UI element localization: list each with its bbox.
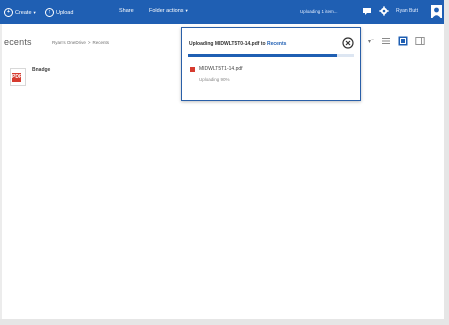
folder-actions-label: Folder actions: [149, 8, 184, 14]
breadcrumb-current: Recents: [92, 40, 110, 45]
upload-heading: Uploading MIDWLT5T0-14.pdf to Recents: [189, 41, 286, 47]
share-label: Share: [119, 8, 134, 14]
upload-item-name: MIDWLT5T1-14.pdf: [199, 66, 243, 72]
create-label: Create: [15, 9, 32, 16]
close-circle-icon[interactable]: [342, 37, 354, 49]
command-bar: + Create ▾ ↑ Upload Share Folder actions…: [0, 0, 444, 24]
view-controls: ▾⁻: [368, 36, 425, 46]
upload-status-text[interactable]: Uploading 1 item...: [300, 9, 338, 14]
flag-icon[interactable]: [362, 6, 372, 16]
gear-icon[interactable]: [379, 6, 389, 16]
pdf-file-icon: PDF: [10, 68, 26, 86]
right-edge: [444, 0, 449, 325]
breadcrumb: Ryan's OneDrive > Recents: [52, 40, 109, 45]
page-title: ecents: [4, 37, 32, 47]
pdf-file-icon: [190, 67, 195, 72]
breadcrumb-root[interactable]: Ryan's OneDrive: [52, 40, 86, 45]
user-avatar-icon[interactable]: [431, 5, 442, 18]
upload-flyout: Uploading MIDWLT5T0-14.pdf to Recents MI…: [181, 27, 361, 101]
user-name[interactable]: Ryan Butt: [396, 8, 418, 14]
recents-link[interactable]: Recents: [267, 41, 286, 47]
sort-icon[interactable]: ▾⁻: [368, 38, 374, 45]
list-view-icon[interactable]: [381, 36, 391, 46]
upload-label: Upload: [56, 9, 74, 16]
bottom-edge: [0, 319, 449, 325]
thumbnail-view-icon[interactable]: [398, 36, 408, 46]
file-name[interactable]: Bnadge: [32, 67, 50, 73]
upload-button[interactable]: ↑ Upload: [45, 8, 73, 17]
details-pane-icon[interactable]: [415, 36, 425, 46]
upload-item-status: Uploading 90%: [199, 77, 230, 82]
upload-icon: ↑: [45, 8, 54, 17]
create-button[interactable]: + Create ▾: [4, 8, 36, 17]
upload-progress-bar: [188, 54, 354, 57]
chevron-down-icon: ▾: [33, 9, 36, 15]
left-edge: [0, 24, 2, 319]
upload-progress-fill: [188, 54, 338, 57]
folder-actions-button[interactable]: Folder actions ▾: [149, 8, 188, 14]
plus-circle-icon: +: [4, 8, 13, 17]
file-tile[interactable]: PDF Bnadge: [10, 65, 160, 89]
breadcrumb-separator: >: [87, 40, 91, 45]
upload-heading-text: Uploading MIDWLT5T0-14.pdf to: [189, 41, 267, 47]
onedrive-window: + Create ▾ ↑ Upload Share Folder actions…: [0, 0, 449, 325]
pdf-badge: PDF: [12, 73, 22, 82]
share-button[interactable]: Share: [119, 8, 134, 14]
chevron-down-icon: ▾: [185, 8, 188, 13]
